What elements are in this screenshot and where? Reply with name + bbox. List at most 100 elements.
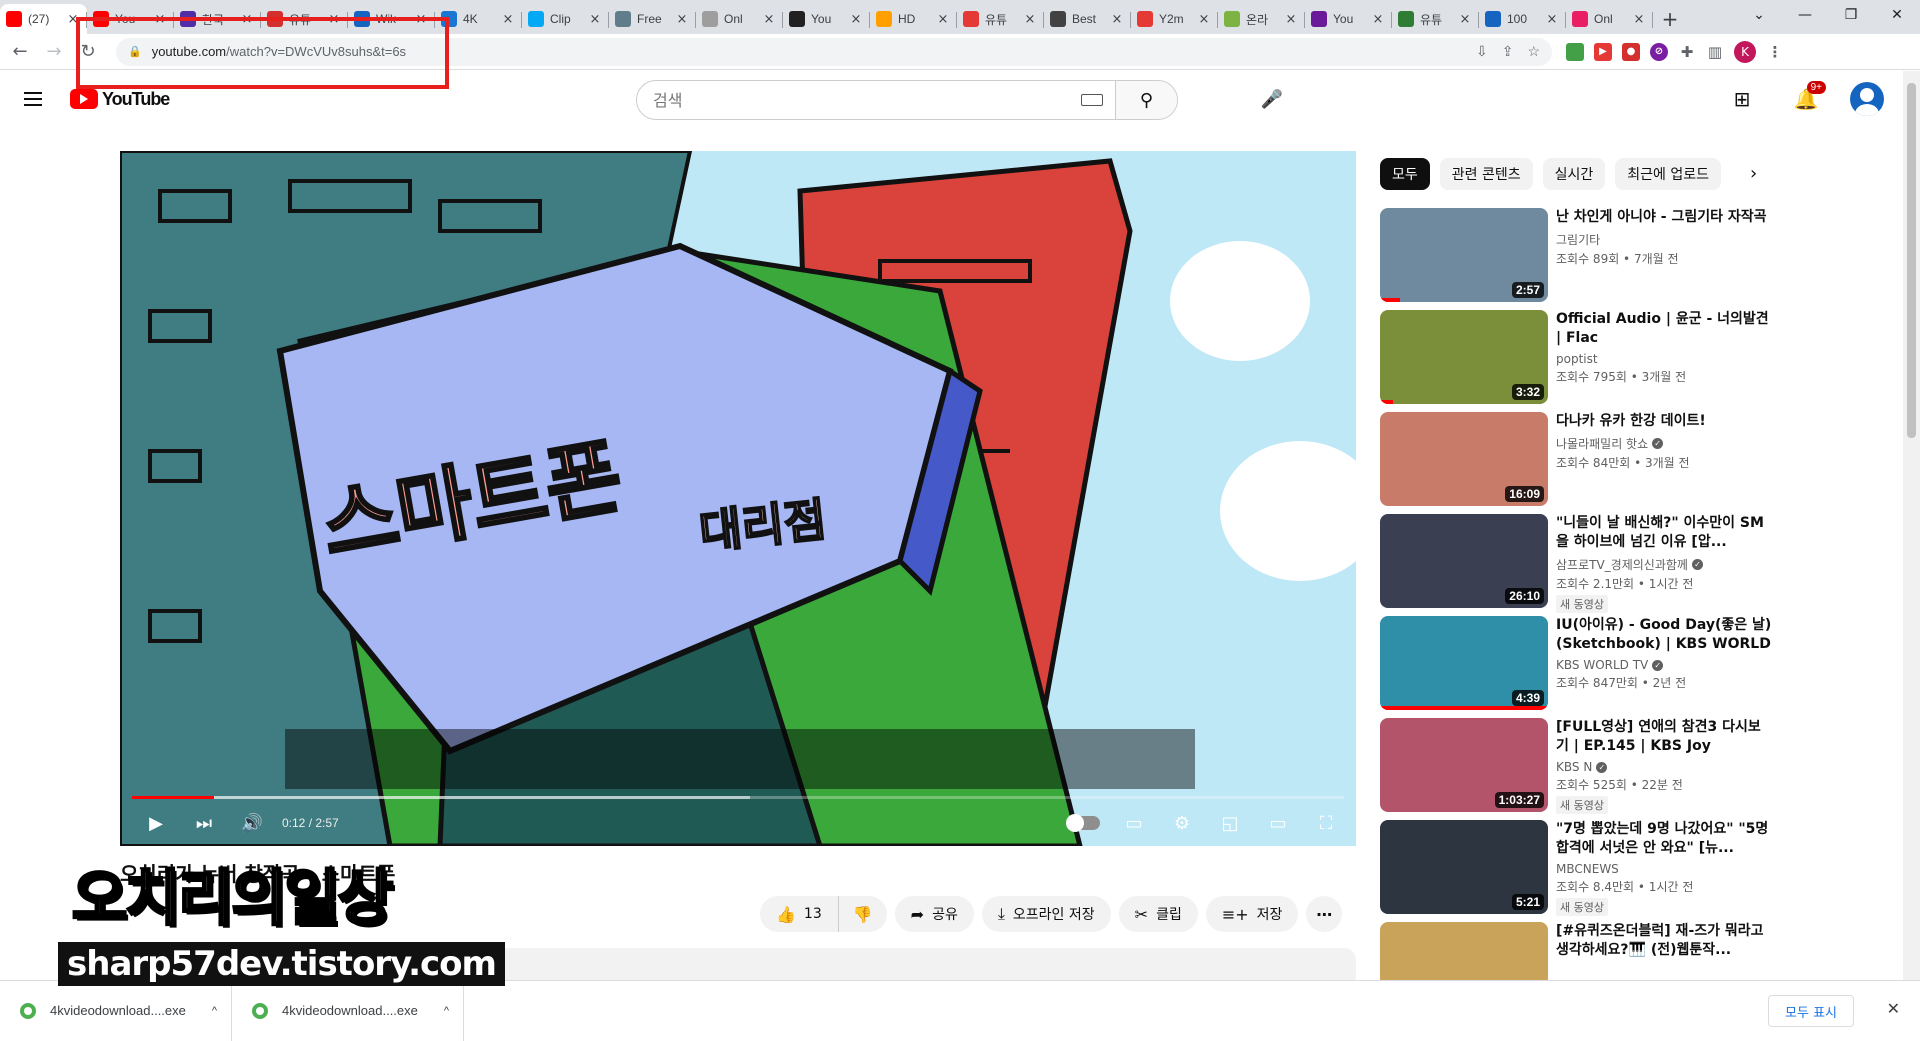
extension-icon[interactable]: ⊘ bbox=[1650, 42, 1668, 61]
video-thumbnail[interactable]: 16:09 bbox=[1380, 412, 1548, 506]
page-scrollbar[interactable] bbox=[1903, 71, 1920, 980]
recommendation-item[interactable]: 4:39 IU(아이유) - Good Day(좋은 날) (Sketchbook… bbox=[1380, 616, 1780, 710]
channel-name[interactable]: 삼프로TV_경제의신과함께 bbox=[1556, 556, 1688, 573]
forward-button[interactable]: → bbox=[40, 38, 68, 66]
tab-close-icon[interactable]: × bbox=[674, 12, 690, 27]
recommendation-item[interactable]: 5:21 "7명 뽑았는데 9명 나갔어요" "5명 합격에 서넛은 안 와요" … bbox=[1380, 820, 1780, 916]
close-download-bar-icon[interactable]: ✕ bbox=[1887, 999, 1900, 1018]
menu-kebab-icon[interactable]: ⋮ bbox=[1766, 43, 1784, 61]
video-thumbnail[interactable]: 26:10 bbox=[1380, 514, 1548, 608]
youtube-logo[interactable]: YouTube bbox=[70, 89, 170, 110]
channel-name[interactable]: KBS WORLD TV bbox=[1556, 658, 1648, 672]
recommendation-title[interactable]: "7명 뽑았는데 9명 나갔어요" "5명 합격에 서넛은 안 와요" [뉴..… bbox=[1556, 820, 1772, 858]
account-avatar[interactable] bbox=[1850, 82, 1884, 116]
tab-close-icon[interactable]: × bbox=[1196, 12, 1212, 27]
minimize-button[interactable]: — bbox=[1782, 0, 1828, 30]
channel-name[interactable]: poptist bbox=[1556, 352, 1598, 366]
tab-close-icon[interactable]: × bbox=[1022, 12, 1038, 27]
recommendation-title[interactable]: IU(아이유) - Good Day(좋은 날) (Sketchbook) | … bbox=[1556, 616, 1772, 654]
adblock-icon[interactable]: ● bbox=[1622, 42, 1640, 61]
miniplayer-icon[interactable]: ◱ bbox=[1206, 801, 1254, 845]
next-button[interactable]: ⏭ bbox=[180, 801, 228, 845]
video-thumbnail[interactable]: 2:57 bbox=[1380, 208, 1548, 302]
chevron-right-icon[interactable]: › bbox=[1750, 163, 1757, 184]
voice-search-mic-icon[interactable]: 🎤 bbox=[1252, 79, 1292, 119]
browser-tab[interactable]: (27) × bbox=[0, 4, 87, 34]
tab-close-icon[interactable]: × bbox=[761, 12, 777, 27]
tab-close-icon[interactable]: × bbox=[587, 12, 603, 27]
maximize-button[interactable]: ❐ bbox=[1828, 0, 1874, 30]
filter-chip[interactable]: 실시간 bbox=[1542, 158, 1606, 190]
tab-close-icon[interactable]: × bbox=[935, 12, 951, 27]
keyboard-icon[interactable] bbox=[1081, 94, 1103, 106]
clip-button[interactable]: ✂ 클립 bbox=[1118, 896, 1198, 932]
tab-close-icon[interactable]: × bbox=[1457, 12, 1473, 27]
recommendation-title[interactable]: [FULL영상] 연애의 참견3 다시보기 | EP.145 | KBS Joy… bbox=[1556, 718, 1772, 756]
video-player[interactable]: 스마트폰 대리점 ▶ ⏭ 🔊 0:12 / 2:57 ▭ ⚙ ◱ ▭ ⛶ bbox=[120, 151, 1356, 846]
video-thumbnail[interactable]: 5:21 bbox=[1380, 820, 1548, 914]
save-button[interactable]: ≡+ 저장 bbox=[1205, 896, 1299, 932]
recommendation-item[interactable]: 1:03:27 [FULL영상] 연애의 참견3 다시보기 | EP.145 | … bbox=[1380, 718, 1780, 814]
volume-icon[interactable]: 🔊 bbox=[228, 801, 276, 845]
search-button[interactable]: ⚲ bbox=[1115, 81, 1177, 119]
browser-tab[interactable]: Y2m × bbox=[1131, 4, 1218, 34]
browser-tab[interactable]: 100 × bbox=[1479, 4, 1566, 34]
sidepanel-icon[interactable]: ▥ bbox=[1706, 43, 1724, 61]
tab-close-icon[interactable]: × bbox=[1283, 12, 1299, 27]
recommendation-title[interactable]: 난 차인게 아니야 - 그림기타 자작곡 bbox=[1556, 208, 1772, 227]
filter-chip[interactable]: 최근에 업로드 bbox=[1615, 158, 1721, 190]
create-video-icon[interactable]: ⊞ bbox=[1722, 79, 1762, 119]
tab-search-icon[interactable]: ⌄ bbox=[1736, 0, 1782, 30]
browser-tab[interactable]: Best × bbox=[1044, 4, 1131, 34]
channel-name[interactable]: 그림기타 bbox=[1556, 231, 1600, 248]
tab-close-icon[interactable]: × bbox=[1370, 12, 1386, 27]
play-button[interactable]: ▶ bbox=[132, 801, 180, 845]
recommendation-title[interactable]: Official Audio | 윤군 - 너의발견 | Flac bbox=[1556, 310, 1772, 348]
browser-tab[interactable]: 온라 × bbox=[1218, 4, 1305, 34]
browser-tab[interactable]: You × bbox=[783, 4, 870, 34]
autoplay-toggle[interactable] bbox=[1066, 814, 1100, 832]
extension-icon[interactable]: ▶ bbox=[1594, 42, 1612, 61]
install-icon[interactable]: ⇩ bbox=[1476, 43, 1488, 60]
share-page-icon[interactable]: ⇪ bbox=[1502, 43, 1514, 60]
fullscreen-icon[interactable]: ⛶ bbox=[1302, 801, 1350, 845]
offline-save-button[interactable]: ⤓ 오프라인 저장 bbox=[981, 896, 1111, 932]
share-button[interactable]: ➦ 공유 bbox=[894, 896, 974, 932]
recommendation-title[interactable]: 다나카 유카 한강 데이트! bbox=[1556, 412, 1772, 431]
browser-tab[interactable]: You × bbox=[1305, 4, 1392, 34]
recommendation-title[interactable]: [#유퀴즈온더블럭] 재-즈가 뭐라고 생각하세요?🎹 (전)웹툰작... bbox=[1556, 922, 1772, 960]
browser-tab[interactable]: Onl × bbox=[1566, 4, 1653, 34]
recommendation-item[interactable]: 2:57 난 차인게 아니야 - 그림기타 자작곡 그림기타 조회수 89회 • 7개… bbox=[1380, 208, 1780, 302]
browser-tab[interactable]: Free × bbox=[609, 4, 696, 34]
browser-tab[interactable]: Clip × bbox=[522, 4, 609, 34]
channel-name[interactable]: MBCNEWS bbox=[1556, 862, 1619, 876]
browser-tab[interactable]: 유튜 × bbox=[1392, 4, 1479, 34]
tab-close-icon[interactable]: × bbox=[500, 12, 516, 27]
close-window-button[interactable]: ✕ bbox=[1874, 0, 1920, 30]
subtitles-icon[interactable]: ▭ bbox=[1110, 801, 1158, 845]
recommendation-item[interactable]: 3:32 Official Audio | 윤군 - 너의발견 | Flac pop… bbox=[1380, 310, 1780, 404]
search-input[interactable] bbox=[637, 81, 1081, 119]
settings-gear-icon[interactable]: ⚙ bbox=[1158, 801, 1206, 845]
browser-tab[interactable]: Onl × bbox=[696, 4, 783, 34]
progress-bar[interactable] bbox=[132, 796, 1344, 799]
filter-chip[interactable]: 모두 bbox=[1380, 158, 1430, 190]
browser-tab[interactable]: 유튜 × bbox=[957, 4, 1044, 34]
back-button[interactable]: ← bbox=[6, 38, 34, 66]
channel-name[interactable]: 나몰라패밀리 핫쇼 bbox=[1556, 435, 1648, 452]
scrollbar-thumb[interactable] bbox=[1907, 83, 1916, 438]
recommendation-item[interactable]: 16:09 다나카 유카 한강 데이트! 나몰라패밀리 핫쇼 ✓ 조회수 84만회 • … bbox=[1380, 412, 1780, 506]
profile-avatar[interactable]: K bbox=[1734, 40, 1756, 63]
show-all-downloads-button[interactable]: 모두 표시 bbox=[1768, 995, 1854, 1027]
theater-mode-icon[interactable]: ▭ bbox=[1254, 801, 1302, 845]
video-thumbnail[interactable]: 4:39 bbox=[1380, 616, 1548, 710]
channel-name[interactable]: KBS N bbox=[1556, 760, 1592, 774]
puzzle-icon[interactable]: ✚ bbox=[1678, 43, 1696, 61]
recommendation-title[interactable]: "니들이 날 배신해?" 이수만이 SM을 하이브에 넘긴 이유 [압... bbox=[1556, 514, 1772, 552]
video-thumbnail[interactable]: 1:03:27 bbox=[1380, 718, 1548, 812]
video-thumbnail[interactable]: 3:32 bbox=[1380, 310, 1548, 404]
tab-close-icon[interactable]: × bbox=[1631, 12, 1647, 27]
bookmark-star-icon[interactable]: ☆ bbox=[1527, 43, 1540, 60]
tab-close-icon[interactable]: × bbox=[1544, 12, 1560, 27]
chevron-up-icon[interactable]: ^ bbox=[444, 1005, 449, 1017]
